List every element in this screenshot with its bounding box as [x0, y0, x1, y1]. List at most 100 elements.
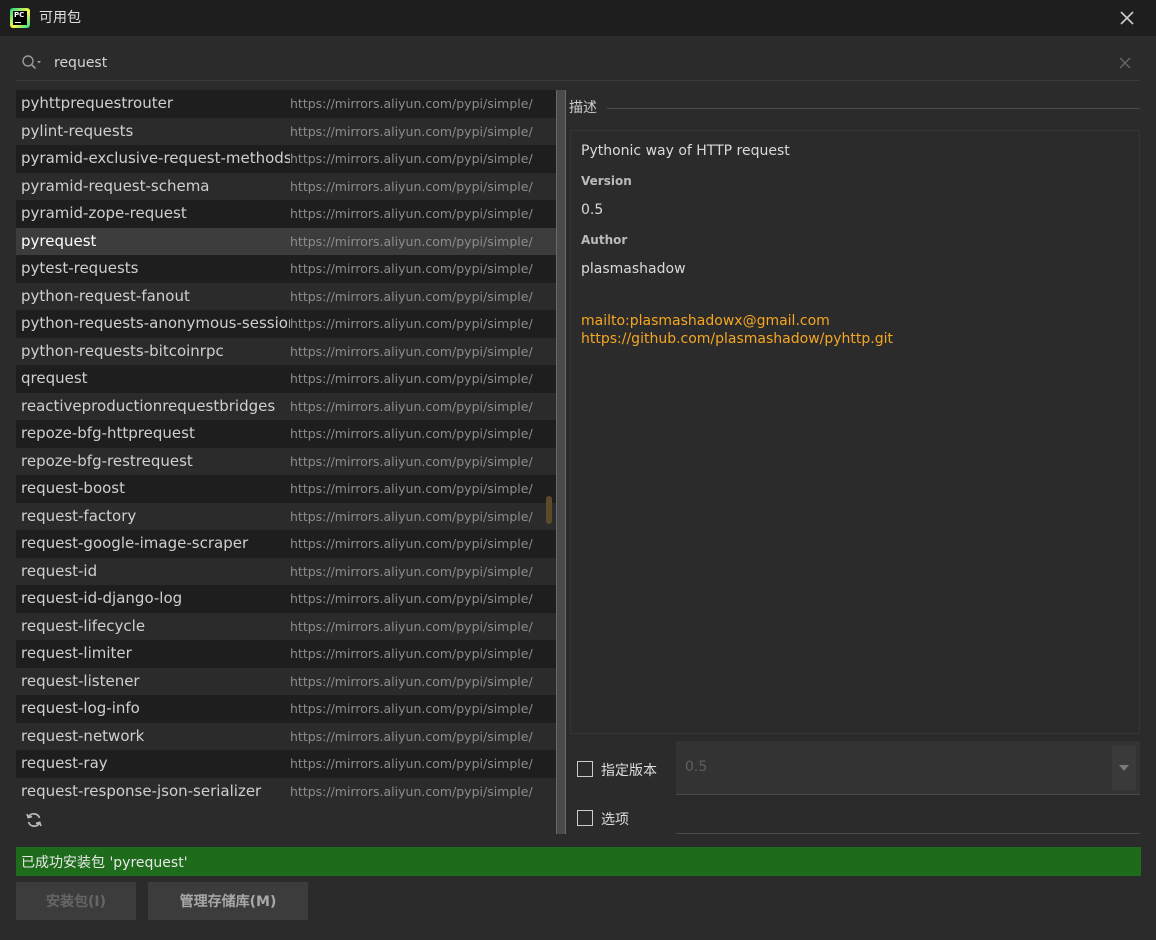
package-row[interactable]: request-id-django-log https://mirrors.ali…: [16, 585, 556, 613]
package-repository: https://mirrors.aliyun.com/pypi/simple/: [290, 288, 533, 304]
package-name: request-limiter: [21, 644, 132, 662]
package-repository: https://mirrors.aliyun.com/pypi/simple/: [290, 783, 533, 799]
package-row[interactable]: request-ray https://mirrors.aliyun.com/py…: [16, 750, 556, 778]
close-button[interactable]: [1118, 9, 1136, 27]
package-row[interactable]: pytest-requests https://mirrors.aliyun.co…: [16, 255, 556, 283]
package-repository: https://mirrors.aliyun.com/pypi/simple/: [290, 233, 533, 249]
package-row[interactable]: request-boost https://mirrors.aliyun.com/…: [16, 475, 556, 503]
package-row[interactable]: python-request-fanout https://mirrors.ali…: [16, 282, 556, 310]
package-row[interactable]: request-lifecycle https://mirrors.aliyun.…: [16, 612, 556, 640]
package-repository: https://mirrors.aliyun.com/pypi/simple/: [290, 646, 533, 661]
package-repository: https://mirrors.aliyun.com/pypi/simple/: [290, 371, 533, 386]
package-repository: https://mirrors.aliyun.com/pypi/simple/: [290, 756, 533, 771]
package-name: request-listener: [21, 671, 140, 690]
package-repository: https://mirrors.aliyun.com/pypi/simple/: [290, 343, 533, 359]
package-repository: https://mirrors.aliyun.com/pypi/simple/: [290, 728, 533, 744]
refresh-icon[interactable]: [24, 810, 44, 830]
package-name: reactiveproductionrequestbridges: [21, 396, 276, 415]
package-repository: https://mirrors.aliyun.com/pypi/simple/: [290, 563, 533, 579]
window-title: 可用包: [39, 10, 81, 26]
package-name: request-network: [21, 726, 145, 745]
package-row[interactable]: request-network https://mirrors.aliyun.co…: [16, 722, 556, 750]
package-name: pyrequest: [21, 231, 97, 250]
email-link[interactable]: mailto:plasmashadowx@gmail.com: [581, 313, 830, 329]
package-repository: https://mirrors.aliyun.com/pypi/simple/: [290, 453, 533, 469]
manage-repositories-button[interactable]: 管理存储库(M): [148, 882, 308, 920]
package-name: pyramid-request-schema: [21, 176, 210, 195]
package-row[interactable]: request-google-image-scraper https://mirr…: [16, 530, 556, 558]
package-name: request-factory: [21, 506, 137, 525]
package-row[interactable]: pyrequest https://mirrors.aliyun.com/pypi…: [16, 227, 556, 255]
package-row[interactable]: request-response-json-serializer https://…: [16, 777, 556, 804]
package-repository: https://mirrors.aliyun.com/pypi/simple/: [290, 481, 533, 496]
package-row[interactable]: request-factory https://mirrors.aliyun.co…: [16, 502, 556, 530]
clear-icon[interactable]: [1118, 56, 1132, 70]
package-name: pyramid-zope-request: [21, 204, 187, 222]
chevron-down-icon[interactable]: [1112, 746, 1136, 790]
specify-version-checkbox[interactable]: [577, 761, 593, 777]
package-row[interactable]: pyramid-request-schema https://mirrors.al…: [16, 172, 556, 200]
package-name: pylint-requests: [21, 121, 134, 140]
description-panel: Pythonic way of HTTP request Version 0.5…: [570, 130, 1140, 734]
package-summary: Pythonic way of HTTP request: [581, 143, 790, 159]
package-list: pyhttprequestrouter https://mirrors.aliyu…: [16, 90, 556, 834]
author-value: plasmashadow: [581, 261, 686, 277]
package-row[interactable]: request-log-info https://mirrors.aliyun.c…: [16, 695, 556, 723]
search-bar: [16, 45, 1140, 81]
available-packages-dialog: PC 可用包 pyhttprequestrouter https://mirror…: [0, 0, 1156, 940]
package-name: pyramid-exclusive-request-methods: [21, 149, 292, 167]
version-select-value: 0.5: [685, 759, 708, 775]
package-name: repoze-bfg-restrequest: [21, 451, 193, 470]
package-row[interactable]: repoze-bfg-restrequest https://mirrors.al…: [16, 447, 556, 475]
package-name: pyhttprequestrouter: [21, 94, 174, 112]
package-repository: https://mirrors.aliyun.com/pypi/simple/: [290, 591, 533, 606]
package-row[interactable]: python-requests-anonymous-session https:/…: [16, 310, 556, 338]
options-label: 选项: [601, 812, 629, 828]
close-icon: [1120, 11, 1134, 25]
package-name: request-log-info: [21, 699, 140, 717]
package-row[interactable]: request-limiter https://mirrors.aliyun.co…: [16, 640, 556, 668]
package-repository: https://mirrors.aliyun.com/pypi/simple/: [290, 508, 533, 524]
install-package-button[interactable]: 安装包(I): [16, 882, 136, 920]
package-row[interactable]: python-requests-bitcoinrpc https://mirror…: [16, 337, 556, 365]
package-name: request-google-image-scraper: [21, 534, 249, 552]
package-name: request-id-django-log: [21, 589, 183, 607]
package-name: python-request-fanout: [21, 286, 190, 305]
package-row[interactable]: pyramid-exclusive-request-methods https:/…: [16, 145, 556, 173]
options-input[interactable]: [676, 806, 1140, 834]
status-text: 已成功安装包 'pyrequest': [21, 855, 188, 871]
package-row[interactable]: reactiveproductionrequestbridges https://…: [16, 392, 556, 420]
package-row[interactable]: request-listener https://mirrors.aliyun.c…: [16, 667, 556, 695]
search-icon[interactable]: [21, 54, 43, 72]
package-name: qrequest: [21, 369, 88, 387]
package-repository: https://mirrors.aliyun.com/pypi/simple/: [290, 316, 533, 331]
package-name: python-requests-bitcoinrpc: [21, 341, 224, 360]
package-repository: https://mirrors.aliyun.com/pypi/simple/: [290, 673, 533, 689]
package-row[interactable]: pyhttprequestrouter https://mirrors.aliyu…: [16, 90, 556, 118]
list-scrollbar[interactable]: [543, 90, 555, 804]
package-name: request-boost: [21, 479, 126, 497]
specify-version-label: 指定版本: [601, 763, 657, 779]
version-select[interactable]: 0.5: [676, 741, 1140, 795]
package-name: request-ray: [21, 754, 108, 772]
package-repository: https://mirrors.aliyun.com/pypi/simple/: [290, 151, 533, 166]
package-repository: https://mirrors.aliyun.com/pypi/simple/: [290, 398, 533, 414]
package-name: request-id: [21, 561, 98, 580]
package-row[interactable]: qrequest https://mirrors.aliyun.com/pypi/…: [16, 365, 556, 393]
package-rows: pyhttprequestrouter https://mirrors.aliyu…: [16, 90, 556, 804]
options-checkbox[interactable]: [577, 810, 593, 826]
package-row[interactable]: pylint-requests https://mirrors.aliyun.co…: [16, 117, 556, 145]
package-row[interactable]: pyramid-zope-request https://mirrors.aliy…: [16, 200, 556, 228]
panel-splitter[interactable]: [556, 90, 566, 834]
package-name: request-response-json-serializer: [21, 781, 262, 800]
repository-link[interactable]: https://github.com/plasmashadow/pyhttp.g…: [581, 331, 893, 347]
package-repository: https://mirrors.aliyun.com/pypi/simple/: [290, 426, 533, 441]
title-bar: PC 可用包: [0, 0, 1156, 36]
status-bar: 已成功安装包 'pyrequest': [16, 847, 1141, 876]
description-legend: 描述: [569, 100, 597, 116]
package-row[interactable]: repoze-bfg-httprequest https://mirrors.al…: [16, 420, 556, 448]
package-row[interactable]: request-id https://mirrors.aliyun.com/pyp…: [16, 557, 556, 585]
scroll-thumb[interactable]: [546, 496, 552, 524]
package-name: python-requests-anonymous-session: [21, 314, 298, 332]
search-input[interactable]: [52, 51, 1092, 75]
